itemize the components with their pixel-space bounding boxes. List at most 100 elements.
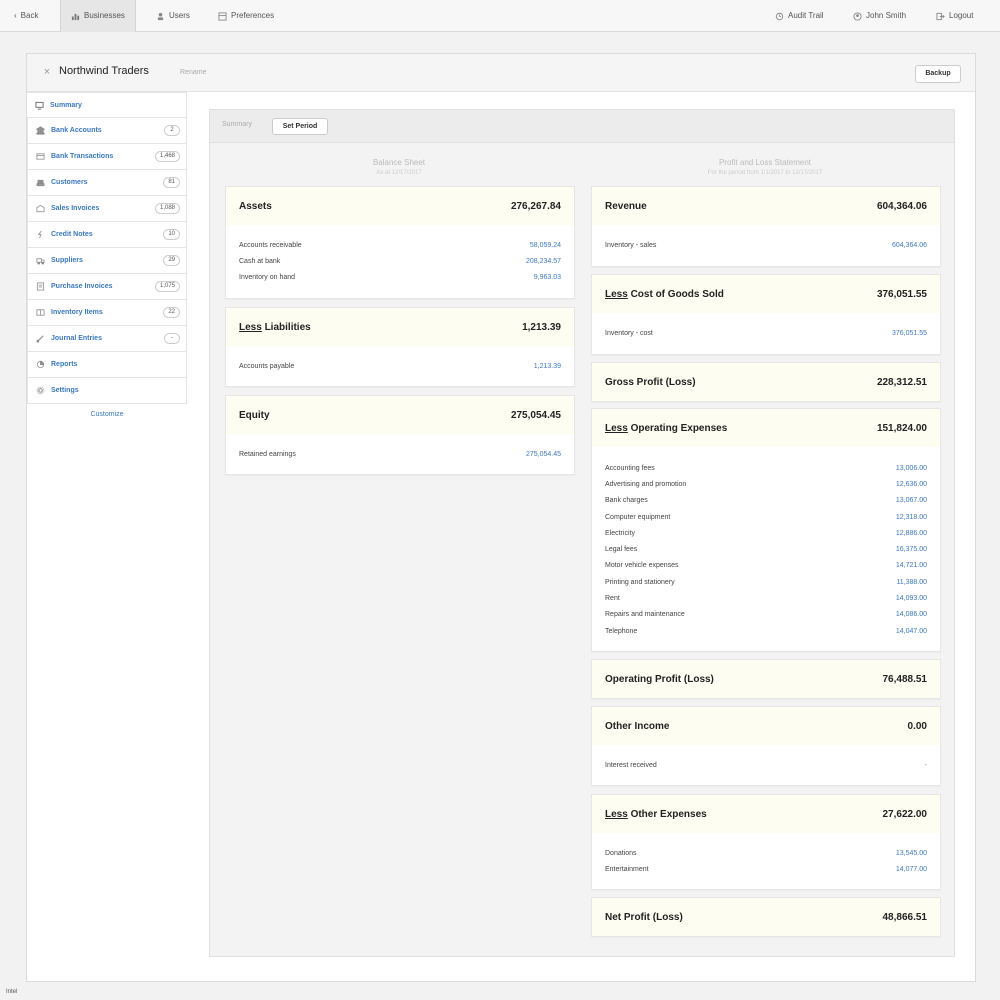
card-header: Less Liabilities 1,213.39 bbox=[226, 308, 574, 346]
row-value-link[interactable]: 604,364.06 bbox=[892, 242, 927, 249]
row-value-link[interactable]: 208,234.57 bbox=[526, 258, 561, 265]
close-icon[interactable]: × bbox=[41, 66, 53, 78]
nav-preferences-label: Preferences bbox=[231, 11, 275, 20]
card-total: 604,364.06 bbox=[876, 200, 927, 212]
row-label: Inventory - sales bbox=[605, 241, 657, 249]
card-title-text: Liabilities bbox=[264, 321, 311, 333]
row-value-link[interactable]: 12,318.00 bbox=[896, 514, 927, 521]
nav-businesses[interactable]: Businesses bbox=[60, 0, 136, 32]
row-value-link[interactable]: 12,886.00 bbox=[896, 530, 927, 537]
row-value-link[interactable]: 275,054.45 bbox=[526, 451, 561, 458]
sidebar-item-sales-invoices[interactable]: Sales Invoices 1,088 bbox=[27, 196, 187, 222]
card-title-text: Operating Expenses bbox=[630, 422, 728, 434]
other-expenses-card: Less Other Expenses 27,622.00 Donations 1… bbox=[591, 794, 941, 890]
row-value-link[interactable]: 11,388.00 bbox=[896, 579, 927, 586]
credit-note-icon bbox=[36, 230, 45, 239]
table-row: Inventory - sales 604,364.06 bbox=[605, 237, 927, 253]
table-row: Advertising and promotion 12,636.00 bbox=[605, 476, 927, 492]
sidebar-item-summary[interactable]: Summary bbox=[27, 92, 187, 118]
card-title: Revenue bbox=[605, 200, 647, 212]
row-value-link[interactable]: 58,059.24 bbox=[530, 242, 561, 249]
nav-audit-trail[interactable]: Audit Trail bbox=[775, 0, 824, 32]
set-period-button[interactable]: Set Period bbox=[272, 118, 328, 135]
row-value-link[interactable]: 12,636.00 bbox=[896, 481, 927, 488]
row-value-link[interactable]: 376,051.55 bbox=[892, 330, 927, 337]
nav-user[interactable]: John Smith bbox=[853, 0, 906, 32]
row-label: Donations bbox=[605, 849, 637, 857]
row-value-link[interactable]: 14,093.00 bbox=[896, 595, 927, 602]
row-label: Electricity bbox=[605, 529, 635, 537]
card-header: Operating Profit (Loss) 76,488.51 bbox=[592, 660, 940, 698]
tabs-bar: Summary Set Period bbox=[210, 110, 954, 143]
card-title: Net Profit (Loss) bbox=[605, 911, 683, 923]
table-row: Rent 14,093.00 bbox=[605, 590, 927, 606]
row-value-link[interactable]: 13,067.00 bbox=[896, 497, 927, 504]
other-income-card: Other Income 0.00 Interest received - bbox=[591, 706, 941, 786]
tab-summary[interactable]: Summary bbox=[222, 121, 252, 128]
row-label: Rent bbox=[605, 595, 620, 603]
card-body: Accounting fees 13,006.00 Advertising and… bbox=[592, 447, 940, 647]
sidebar-item-suppliers[interactable]: Suppliers 29 bbox=[27, 248, 187, 274]
card-title-text: Other Expenses bbox=[630, 808, 707, 820]
rename-link[interactable]: Rename bbox=[180, 69, 206, 76]
row-label: Computer equipment bbox=[605, 513, 671, 521]
logout-icon bbox=[936, 12, 945, 21]
row-label: Cash at bank bbox=[239, 257, 281, 265]
balance-sheet-subtitle: As at 12/17/2017 bbox=[376, 170, 422, 176]
card-total: 228,312.51 bbox=[876, 376, 927, 388]
customize-link[interactable]: Customize bbox=[27, 411, 187, 418]
sidebar-item-reports[interactable]: Reports bbox=[27, 352, 187, 378]
card-total: 76,488.51 bbox=[882, 673, 928, 685]
sidebar-item-bank-accounts[interactable]: Bank Accounts 2 bbox=[27, 118, 187, 144]
card-body: Inventory - cost 376,051.55 bbox=[592, 313, 940, 349]
sidebar-item-journal-entries[interactable]: Journal Entries - bbox=[27, 326, 187, 352]
table-row: Motor vehicle expenses 14,721.00 bbox=[605, 558, 927, 574]
monitor-icon bbox=[35, 101, 44, 110]
table-row: Electricity 12,886.00 bbox=[605, 525, 927, 541]
row-label: Motor vehicle expenses bbox=[605, 562, 679, 570]
card-title: Less Operating Expenses bbox=[605, 423, 727, 434]
count-badge: 10 bbox=[163, 229, 180, 240]
row-label: Accounting fees bbox=[605, 464, 655, 472]
reports-icon bbox=[36, 360, 45, 369]
row-value-link[interactable]: 14,086.00 bbox=[896, 611, 927, 618]
sidebar: Summary Bank Accounts 2 Bank Transaction… bbox=[27, 92, 187, 404]
nav-users[interactable]: Users bbox=[156, 0, 190, 32]
operating-profit-card: Operating Profit (Loss) 76,488.51 bbox=[591, 659, 941, 699]
row-value-link[interactable]: 14,721.00 bbox=[896, 562, 927, 569]
row-label: Repairs and maintenance bbox=[605, 611, 685, 619]
sidebar-item-settings[interactable]: Settings bbox=[27, 378, 187, 404]
row-value-link[interactable]: 1,213.39 bbox=[534, 363, 561, 370]
cogs-card: Less Cost of Goods Sold 376,051.55 Inven… bbox=[591, 274, 941, 355]
card-total: 48,866.51 bbox=[882, 911, 928, 923]
row-label: Advertising and promotion bbox=[605, 480, 687, 488]
nav-preferences[interactable]: Preferences bbox=[218, 0, 274, 32]
sidebar-item-label: Journal Entries bbox=[51, 335, 102, 342]
row-value-link[interactable]: 9,963.03 bbox=[534, 274, 561, 281]
card-title: Assets bbox=[239, 200, 272, 212]
sidebar-item-customers[interactable]: Customers 81 bbox=[27, 170, 187, 196]
card-total: 1,213.39 bbox=[522, 321, 561, 333]
sidebar-item-purchase-invoices[interactable]: Purchase Invoices 1,075 bbox=[27, 274, 187, 300]
table-row: Accounting fees 13,006.00 bbox=[605, 460, 927, 476]
card-body: Retained earnings 275,054.45 bbox=[226, 434, 574, 470]
card-header: Less Cost of Goods Sold 376,051.55 bbox=[592, 275, 940, 313]
backup-button[interactable]: Backup bbox=[915, 65, 961, 83]
nav-logout[interactable]: Logout bbox=[936, 0, 973, 32]
card-title: Less Other Expenses bbox=[605, 809, 707, 820]
row-value-link[interactable]: 13,006.00 bbox=[896, 465, 927, 472]
row-value-link[interactable]: 14,047.00 bbox=[896, 628, 927, 635]
sidebar-item-credit-notes[interactable]: Credit Notes 10 bbox=[27, 222, 187, 248]
sidebar-item-inventory-items[interactable]: Inventory Items 22 bbox=[27, 300, 187, 326]
sidebar-item-bank-transactions[interactable]: Bank Transactions 1,468 bbox=[27, 144, 187, 170]
row-value-link[interactable]: 13,545.00 bbox=[896, 850, 927, 857]
count-badge: - bbox=[164, 333, 180, 344]
card-header: Other Income 0.00 bbox=[592, 707, 940, 745]
nav-users-label: Users bbox=[169, 11, 190, 20]
row-value-link[interactable]: 16,375.00 bbox=[896, 546, 927, 553]
table-row: Printing and stationery 11,388.00 bbox=[605, 574, 927, 590]
top-nav: ‹ Back Businesses Users Preferences Audi… bbox=[0, 0, 1000, 32]
back-link[interactable]: ‹ Back bbox=[14, 0, 38, 32]
card-body: Interest received - bbox=[592, 745, 940, 781]
row-value-link[interactable]: 14,077.00 bbox=[896, 866, 927, 873]
